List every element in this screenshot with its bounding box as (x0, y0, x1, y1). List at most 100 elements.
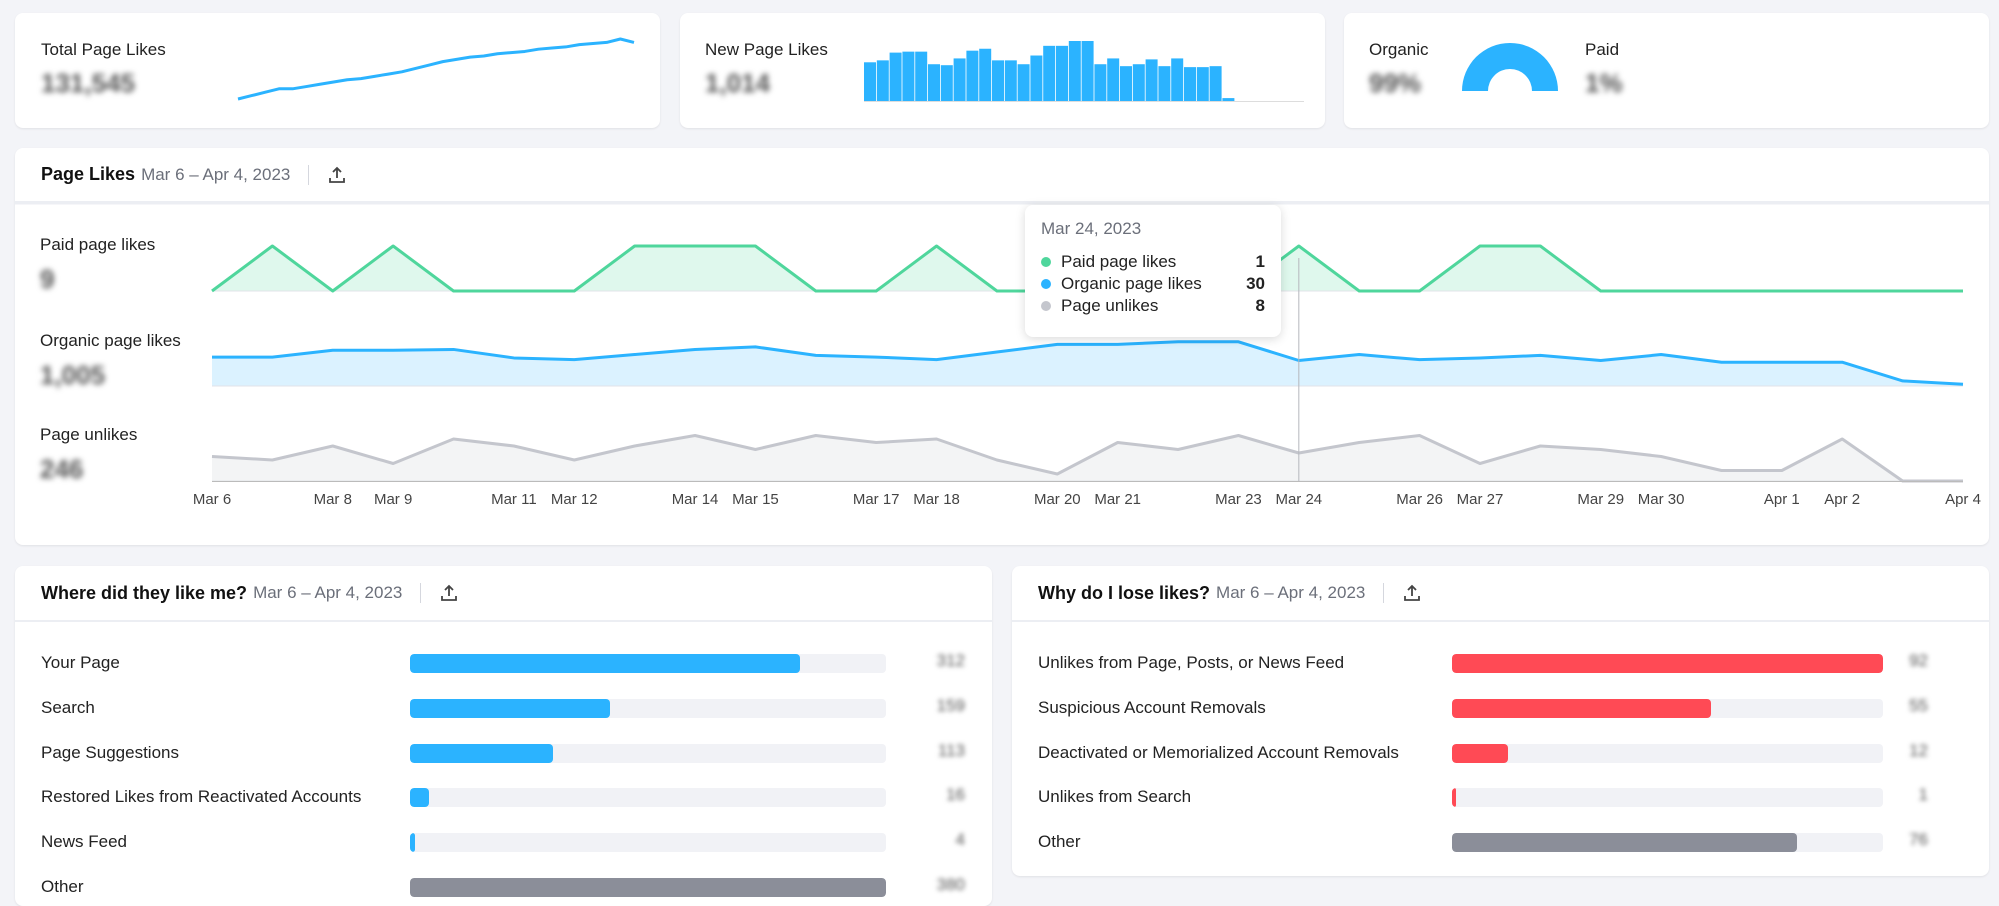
new-likes-bar (1222, 98, 1235, 101)
new-likes-bar (1081, 41, 1094, 101)
total-likes-sparkline (237, 37, 635, 101)
bar-track (1452, 788, 1883, 808)
list-item: Other 380 (15, 872, 992, 902)
row-label: Unlikes from Search (1038, 787, 1192, 807)
bar-fill (410, 788, 430, 808)
organic-dot-icon (1041, 279, 1051, 289)
x-tick-label: Apr 4 (1945, 491, 1981, 508)
list-item: Your Page 312 (15, 648, 992, 678)
row-value: 1 (1918, 785, 1928, 805)
x-tick-label: Mar 17 (853, 491, 900, 508)
new-likes-bar (1120, 66, 1132, 101)
row-value: 16 (946, 785, 965, 805)
organic-paid-donut (1462, 43, 1558, 91)
series-area (212, 341, 1963, 386)
upload-icon[interactable] (439, 583, 459, 603)
new-likes-bar (1145, 59, 1158, 101)
tooltip-label: Page unlikes (1061, 296, 1159, 315)
bar-fill (1452, 743, 1509, 763)
organic-value: 99% (1369, 68, 1422, 98)
row-value: 92 (1909, 651, 1928, 670)
row-label: News Feed (41, 832, 127, 852)
new-likes-bar (1030, 55, 1043, 101)
new-likes-bar (928, 64, 940, 101)
x-tick-label: Apr 1 (1764, 491, 1800, 508)
tooltip-value: 30 (1246, 274, 1265, 293)
x-tick-label: Apr 2 (1824, 491, 1860, 508)
bar-fill (1452, 654, 1883, 673)
x-tick-label: Mar 29 (1577, 491, 1624, 508)
bar-fill (1452, 788, 1457, 808)
row-label: Other (41, 877, 84, 896)
list-item: Other 76 (1012, 827, 1989, 857)
new-likes-bar (1094, 64, 1107, 101)
row-label: Deactivated or Memorialized Account Remo… (1038, 742, 1399, 762)
row-label: Page Suggestions (41, 742, 179, 762)
x-tick-label: Mar 20 (1034, 491, 1081, 508)
divider (1383, 583, 1385, 603)
bar-track (410, 698, 886, 718)
bar-fill (1452, 833, 1797, 853)
row-value: 113 (937, 740, 965, 760)
new-likes-bar (953, 58, 966, 101)
row-label: Your Page (41, 653, 120, 672)
chart-tooltip: Mar 24, 2023 Paid page likes 1 Organic pa… (1025, 205, 1281, 337)
x-tick-label: Mar 26 (1396, 491, 1443, 508)
new-likes-bar (1004, 60, 1017, 101)
x-tick-label: Mar 11 (491, 491, 537, 508)
bar-fill (410, 878, 886, 897)
new-likes-bar (940, 65, 953, 101)
organic-label: Organic (1369, 40, 1429, 59)
bar-fill (410, 833, 415, 853)
row-value: 380 (936, 875, 965, 894)
new-page-likes-label: New Page Likes (705, 40, 828, 59)
new-likes-bar (902, 51, 915, 101)
new-likes-bar (1196, 67, 1209, 101)
x-tick-label: Mar 9 (374, 491, 412, 508)
bar-fill (410, 654, 801, 673)
x-tick-label: Mar 8 (314, 491, 352, 508)
x-tick-label: Mar 6 (193, 491, 231, 508)
bar-fill (410, 698, 610, 718)
x-tick-label: Mar 15 (732, 491, 779, 508)
lose-title: Why do I lose likes? (1038, 582, 1211, 603)
list-item: Deactivated or Memorialized Account Remo… (1012, 738, 1989, 768)
list-item: Unlikes from Page, Posts, or News Feed 9… (1012, 648, 1989, 678)
row-label: Other (1038, 832, 1081, 852)
new-likes-bar (1068, 41, 1081, 101)
list-item: Suspicious Account Removals 55 (1012, 693, 1989, 723)
bar-track (410, 654, 886, 673)
list-item: Unlikes from Search 1 (1012, 782, 1989, 812)
total-page-likes-label: Total Page Likes (41, 40, 166, 59)
page-likes-chart[interactable]: Mar 6 Mar 8 Mar 9 Mar 11 Mar 12 Mar 14 Mar 15 M… (15, 148, 1989, 545)
list-item: News Feed 4 (15, 827, 992, 857)
paid-dot-icon (1041, 257, 1051, 267)
row-value: 55 (1909, 695, 1928, 715)
new-likes-bar (966, 50, 979, 101)
new-page-likes-card: New Page Likes 1,014 (680, 13, 1325, 128)
tooltip-label: Organic page likes (1061, 274, 1202, 293)
bar-track (1452, 833, 1883, 853)
x-tick-label: Mar 24 (1275, 491, 1322, 508)
bar-fill (1452, 698, 1711, 718)
upload-icon[interactable] (1402, 583, 1422, 603)
bar-track (1452, 743, 1883, 763)
tooltip-row-paid: Paid page likes 1 (1041, 251, 1265, 273)
new-likes-bar-chart (864, 41, 1304, 102)
divider (420, 583, 422, 603)
x-tick-label: Mar 23 (1215, 491, 1262, 508)
new-likes-bar (1209, 66, 1222, 101)
bar-track (1452, 654, 1883, 673)
tooltip-value: 1 (1255, 252, 1265, 271)
new-likes-bar (1043, 45, 1056, 101)
bar-track (410, 833, 886, 853)
where-title: Where did they like me? (41, 582, 248, 603)
row-value: 159 (936, 695, 965, 715)
lose-likes-card: Why do I lose likes? Mar 6 – Apr 4, 2023… (1012, 566, 1989, 876)
x-tick-label: Mar 21 (1094, 491, 1141, 508)
list-item: Restored Likes from Reactivated Accounts… (15, 782, 992, 812)
new-likes-bar (992, 60, 1004, 101)
new-likes-bar (889, 52, 902, 101)
new-likes-bar (1017, 64, 1030, 101)
row-value: 312 (936, 651, 965, 670)
